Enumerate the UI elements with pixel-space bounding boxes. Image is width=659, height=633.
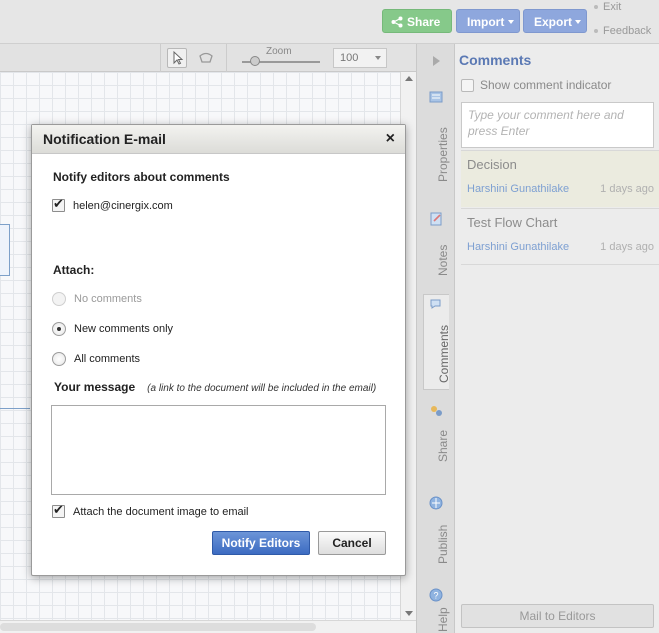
- svg-text:?: ?: [433, 591, 438, 601]
- share-icon: [391, 16, 403, 28]
- chevron-down-icon: [375, 56, 381, 60]
- panel-title: Comments: [459, 52, 532, 68]
- editor-email-label: helen@cinergix.com: [73, 199, 173, 212]
- radio-new-comments-only[interactable]: New comments only: [52, 322, 173, 336]
- dialog-header: Notification E-mail ×: [32, 125, 405, 154]
- list-item[interactable]: Test Flow Chart Harshini Gunathilake 1 d…: [461, 208, 659, 265]
- exit-link[interactable]: Exit: [594, 1, 621, 13]
- scroll-up-icon[interactable]: [405, 76, 413, 81]
- show-indicator-checkbox[interactable]: [461, 79, 474, 93]
- comment-title: Decision: [467, 157, 517, 172]
- horizontal-scrollbar[interactable]: [0, 620, 416, 633]
- import-label: Import: [467, 15, 505, 29]
- new-comments-only-label: New comments only: [74, 323, 174, 335]
- message-hint: (a link to the document will be included…: [147, 383, 377, 394]
- share-label: Share: [407, 15, 441, 29]
- editor-email-checkbox[interactable]: [52, 197, 65, 212]
- all-comments-radio[interactable]: [52, 352, 66, 366]
- lasso-tool-button[interactable]: [196, 48, 216, 68]
- all-comments-label: All comments: [74, 353, 141, 365]
- no-comments-label: No comments: [74, 293, 142, 305]
- tab-help[interactable]: ? Help: [423, 588, 450, 633]
- scroll-down-icon[interactable]: [405, 611, 413, 616]
- feedback-link[interactable]: Feedback: [594, 25, 651, 37]
- comments-panel: Comments Show comment indicator Type you…: [454, 44, 659, 633]
- tab-publish[interactable]: Publish: [423, 496, 450, 568]
- cancel-button[interactable]: Cancel: [318, 531, 386, 555]
- zoom-value: 100: [340, 52, 359, 64]
- exit-label: Exit: [603, 1, 622, 13]
- pointer-icon: [173, 50, 184, 65]
- show-comment-indicator-toggle[interactable]: Show comment indicator: [461, 78, 612, 93]
- notification-email-dialog: Notification E-mail × Notify editors abo…: [31, 124, 406, 576]
- radio-no-comments[interactable]: No comments: [52, 292, 142, 306]
- chevron-down-icon: [575, 20, 581, 24]
- message-textarea[interactable]: [51, 405, 386, 495]
- new-comments-only-radio[interactable]: [52, 322, 66, 336]
- editor-email-option[interactable]: helen@cinergix.com: [52, 197, 173, 212]
- toolbar-divider: [226, 44, 227, 72]
- top-bar: Share Import Export Exit Feedback: [0, 0, 659, 44]
- dialog-title: Notification E-mail: [43, 131, 166, 147]
- comment-author-link[interactable]: Harshini Gunathilake: [467, 183, 569, 195]
- import-button[interactable]: Import: [456, 9, 520, 33]
- zoom-label: Zoom: [266, 46, 292, 57]
- diagram-connector[interactable]: [0, 408, 30, 409]
- export-label: Export: [534, 15, 573, 29]
- zoom-slider-handle[interactable]: [250, 56, 260, 66]
- show-indicator-label: Show comment indicator: [480, 78, 612, 92]
- bullet-icon: [594, 29, 598, 34]
- close-icon[interactable]: ×: [386, 130, 395, 148]
- share-icon: [431, 406, 442, 416]
- comment-input[interactable]: Type your comment here and press Enter: [461, 102, 654, 148]
- message-heading: Your message: [54, 380, 136, 394]
- no-comments-radio[interactable]: [52, 292, 66, 306]
- feedback-label: Feedback: [603, 25, 652, 37]
- comment-timestamp: 1 days ago: [600, 183, 654, 195]
- notify-editors-button[interactable]: Notify Editors: [212, 531, 310, 555]
- share-button[interactable]: Share: [382, 9, 452, 33]
- comment-title: Test Flow Chart: [467, 215, 558, 230]
- pointer-tool-button[interactable]: [167, 48, 187, 68]
- lasso-icon: [199, 52, 213, 63]
- comments-icon: [430, 299, 441, 309]
- tab-properties-label: Properties: [436, 127, 450, 182]
- canvas-toolbar: Zoom 100: [0, 44, 416, 72]
- bullet-icon: [594, 5, 598, 10]
- attach-image-option[interactable]: Attach the document image to email: [52, 503, 249, 518]
- attach-heading: Attach:: [53, 263, 95, 277]
- radio-all-comments[interactable]: All comments: [52, 352, 140, 366]
- properties-icon: [429, 91, 443, 103]
- tab-help-label: Help: [436, 607, 450, 632]
- collapse-panel-icon[interactable]: [433, 56, 440, 66]
- chevron-down-icon: [508, 20, 514, 24]
- tab-comments[interactable]: Comments: [423, 294, 451, 390]
- zoom-select[interactable]: 100: [333, 48, 387, 68]
- diagram-shape[interactable]: [0, 224, 10, 276]
- notify-heading: Notify editors about comments: [53, 170, 230, 184]
- list-item[interactable]: Decision Harshini Gunathilake 1 days ago: [461, 150, 659, 207]
- tab-comments-label: Comments: [437, 324, 451, 383]
- side-tab-strip: Properties Notes Comments Share Publish …: [416, 44, 454, 633]
- toolbar-divider: [160, 44, 161, 72]
- attach-image-checkbox[interactable]: [52, 503, 65, 518]
- comment-timestamp: 1 days ago: [600, 241, 654, 253]
- tab-share-label: Share: [436, 429, 450, 462]
- tab-notes[interactable]: Notes: [423, 212, 450, 278]
- notes-icon: [430, 212, 442, 226]
- tab-publish-label: Publish: [436, 524, 450, 564]
- help-icon: ?: [429, 588, 443, 602]
- export-button[interactable]: Export: [523, 9, 587, 33]
- comment-author-link[interactable]: Harshini Gunathilake: [467, 241, 569, 253]
- horizontal-scroll-thumb[interactable]: [0, 623, 316, 631]
- attach-image-label: Attach the document image to email: [73, 505, 249, 518]
- publish-icon: [429, 496, 443, 510]
- tab-notes-label: Notes: [436, 244, 450, 276]
- mail-to-editors-button[interactable]: Mail to Editors: [461, 604, 654, 628]
- message-heading-row: Your message (a link to the document will…: [54, 380, 376, 394]
- tab-properties[interactable]: Properties: [423, 90, 450, 186]
- tab-share[interactable]: Share: [423, 404, 450, 466]
